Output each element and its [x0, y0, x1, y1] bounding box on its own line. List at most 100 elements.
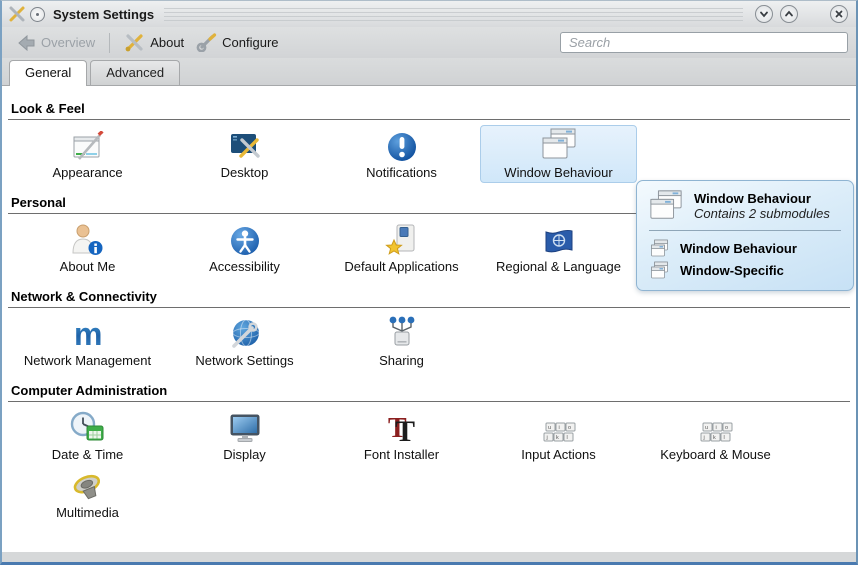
- item-label: Default Applications: [344, 259, 458, 274]
- chevron-up-icon: [783, 8, 795, 20]
- svg-text:j: j: [545, 435, 547, 441]
- system-settings-window: System Settings Overview: [0, 0, 858, 565]
- item-display[interactable]: Display: [166, 407, 323, 465]
- item-label: Date & Time: [52, 447, 124, 462]
- about-tools-icon: [124, 33, 145, 52]
- item-label: Desktop: [221, 165, 269, 180]
- about-me-icon: [70, 220, 106, 257]
- section-items-network: m Network Management: [8, 308, 850, 378]
- tooltip-entry[interactable]: Window Behaviour: [647, 237, 843, 259]
- svg-text:k: k: [713, 435, 716, 441]
- item-regional-language[interactable]: Regional & Language: [480, 219, 637, 277]
- item-input-actions[interactable]: uio jkl Input Actions: [480, 407, 637, 465]
- window-menu-button[interactable]: [30, 7, 45, 22]
- tooltip-entry-label: Window-Specific: [680, 263, 784, 278]
- tab-general[interactable]: General: [9, 60, 87, 86]
- item-default-applications[interactable]: Default Applications: [323, 219, 480, 277]
- tools-icon: [8, 5, 26, 23]
- item-appearance[interactable]: Appearance: [9, 125, 166, 183]
- appearance-icon: [70, 126, 106, 163]
- font-installer-icon: T T: [385, 408, 419, 445]
- item-network-settings[interactable]: Network Settings: [166, 313, 323, 371]
- item-label: Font Installer: [364, 447, 439, 462]
- item-desktop[interactable]: Desktop: [166, 125, 323, 183]
- item-label: Accessibility: [209, 259, 280, 274]
- tooltip-entry-label: Window Behaviour: [680, 241, 797, 256]
- item-accessibility[interactable]: Accessibility: [166, 219, 323, 277]
- window-behaviour-icon: [539, 126, 579, 163]
- keyboard-icon: uio jkl: [541, 408, 577, 445]
- item-sharing[interactable]: Sharing: [323, 313, 480, 371]
- settings-panel: Look & Feel Appearance: [2, 86, 856, 552]
- network-management-icon: m: [70, 314, 106, 351]
- svg-text:m: m: [74, 317, 102, 351]
- display-icon: [227, 408, 263, 445]
- speaker-icon: [70, 466, 106, 503]
- tab-advanced[interactable]: Advanced: [90, 60, 180, 85]
- item-label: Display: [223, 447, 266, 462]
- svg-text:i: i: [715, 425, 716, 431]
- item-multimedia[interactable]: Multimedia: [9, 465, 166, 523]
- item-font-installer[interactable]: T T Font Installer: [323, 407, 480, 465]
- search-input[interactable]: [560, 32, 848, 53]
- about-label: About: [150, 35, 184, 50]
- close-button[interactable]: [830, 5, 848, 23]
- titlebar-stripes: [164, 8, 743, 21]
- configure-button[interactable]: Configure: [190, 31, 284, 54]
- sharing-icon: [385, 314, 419, 351]
- item-label: Input Actions: [521, 447, 595, 462]
- titlebar: System Settings: [2, 1, 856, 27]
- module-tooltip: Window Behaviour Contains 2 submodules W…: [636, 180, 854, 291]
- overview-label: Overview: [41, 35, 95, 50]
- configure-label: Configure: [222, 35, 278, 50]
- item-label: Keyboard & Mouse: [660, 447, 771, 462]
- tooltip-entry[interactable]: Window-Specific: [647, 259, 843, 281]
- item-date-time[interactable]: Date & Time: [9, 407, 166, 465]
- svg-text:l: l: [723, 435, 724, 441]
- overview-button[interactable]: Overview: [10, 32, 101, 54]
- svg-text:j: j: [702, 435, 704, 441]
- section-header-computer-admin: Computer Administration: [8, 382, 850, 402]
- svg-text:u: u: [705, 425, 708, 431]
- tab-bar: General Advanced: [2, 58, 856, 86]
- section-items-computer-admin: Date & Time: [8, 402, 850, 530]
- back-arrow-icon: [16, 34, 36, 52]
- minimize-button[interactable]: [755, 5, 773, 23]
- item-label: Regional & Language: [496, 259, 621, 274]
- notifications-icon: [386, 126, 418, 163]
- tooltip-separator: [649, 230, 841, 231]
- svg-text:T: T: [395, 415, 415, 445]
- item-label: Sharing: [379, 353, 424, 368]
- regional-language-icon: [541, 220, 577, 257]
- item-keyboard-mouse[interactable]: uio jkl Keyboard & Mouse: [637, 407, 794, 465]
- keyboard-icon: uio jkl: [698, 408, 734, 445]
- maximize-button[interactable]: [780, 5, 798, 23]
- configure-wrench-icon: [196, 33, 217, 52]
- item-label: Notifications: [366, 165, 437, 180]
- item-about-me[interactable]: About Me: [9, 219, 166, 277]
- item-label: Multimedia: [56, 505, 119, 520]
- item-network-management[interactable]: m Network Management: [9, 313, 166, 371]
- svg-text:k: k: [556, 435, 559, 441]
- tooltip-subtitle: Contains 2 submodules: [694, 206, 830, 221]
- window-behaviour-icon: [647, 189, 685, 223]
- about-button[interactable]: About: [118, 31, 190, 54]
- section-header-network: Network & Connectivity: [8, 288, 850, 308]
- tooltip-title: Window Behaviour: [694, 191, 830, 206]
- chevron-down-icon: [758, 8, 770, 20]
- item-window-behaviour[interactable]: Window Behaviour: [480, 125, 637, 183]
- svg-text:l: l: [566, 435, 567, 441]
- item-label: Network Management: [24, 353, 151, 368]
- close-icon: [833, 8, 845, 20]
- item-label: Network Settings: [195, 353, 293, 368]
- toolbar-separator: [109, 33, 110, 53]
- window-behaviour-small-icon: [649, 239, 670, 257]
- toolbar: Overview About Configure: [2, 27, 856, 58]
- item-label: Appearance: [52, 165, 122, 180]
- accessibility-icon: [229, 220, 261, 257]
- default-applications-icon: [385, 220, 419, 257]
- item-notifications[interactable]: Notifications: [323, 125, 480, 183]
- item-label: Window Behaviour: [504, 165, 612, 180]
- svg-text:u: u: [548, 425, 551, 431]
- window-specific-small-icon: [649, 261, 670, 279]
